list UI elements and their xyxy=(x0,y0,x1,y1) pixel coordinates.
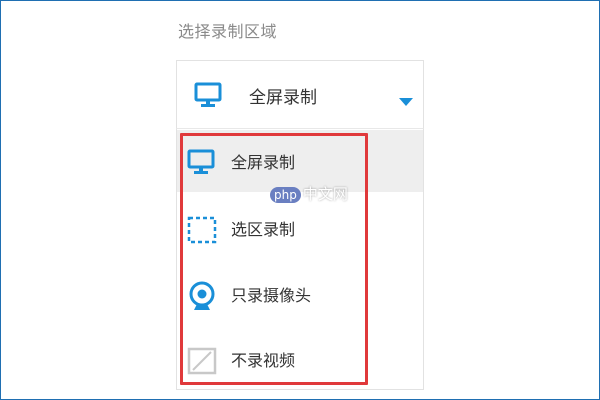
option-label: 全屏录制 xyxy=(231,153,296,172)
option-label: 选区录制 xyxy=(231,220,296,239)
no-video-icon xyxy=(187,346,217,380)
record-area-select[interactable]: 全屏录制 xyxy=(176,60,424,128)
option-label: 不录视频 xyxy=(231,351,296,370)
caret-down-icon[interactable] xyxy=(399,92,413,111)
record-area-dropdown: 全屏录制 选区录制 只录摄像头 不录视频 xyxy=(176,128,424,390)
selected-value: 全屏录制 xyxy=(249,88,317,108)
option-camera-only[interactable]: 只录摄像头 xyxy=(177,269,423,319)
option-label: 只录摄像头 xyxy=(231,286,312,305)
monitor-icon xyxy=(194,81,222,113)
dashed-selection-icon xyxy=(187,215,217,249)
option-no-video[interactable]: 不录视频 xyxy=(177,334,423,384)
watermark-brand: php xyxy=(270,187,301,203)
watermark-suffix: 中文网 xyxy=(302,185,348,203)
webcam-icon xyxy=(187,281,217,317)
section-label: 选择录制区域 xyxy=(178,22,278,41)
monitor-icon xyxy=(187,148,215,180)
watermark: php 中文网 xyxy=(270,183,348,204)
option-region[interactable]: 选区录制 xyxy=(177,203,423,253)
option-fullscreen[interactable]: 全屏录制 xyxy=(177,136,423,186)
